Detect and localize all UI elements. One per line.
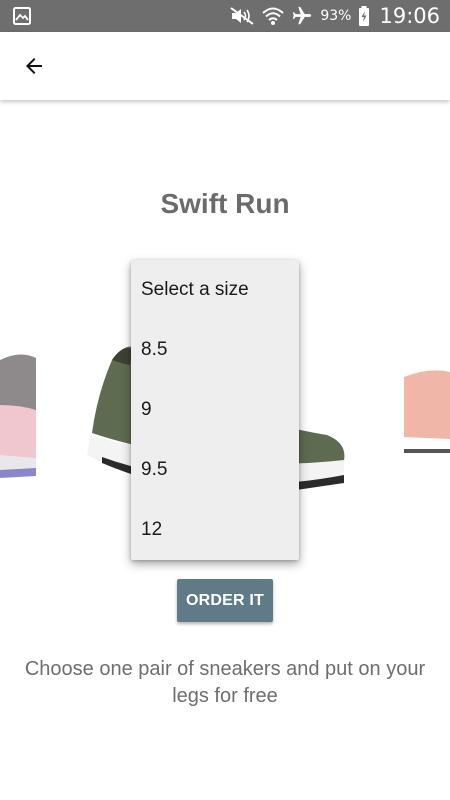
image-icon: [13, 7, 31, 25]
back-button[interactable]: [12, 46, 56, 86]
status-icons: 93% 19:06: [229, 0, 440, 32]
size-option[interactable]: 12: [131, 500, 299, 560]
battery-percent: 93%: [320, 8, 352, 24]
size-dropdown-menu[interactable]: Select a size 8.5 9 9.5 12: [131, 260, 299, 560]
order-button[interactable]: ORDER IT: [177, 579, 273, 622]
description-text: Choose one pair of sneakers and put on y…: [24, 658, 426, 707]
status-bar: 93% 19:06: [0, 0, 450, 32]
size-option[interactable]: 9.5: [131, 440, 299, 500]
airplane-icon: [293, 6, 312, 25]
shoe-image-next[interactable]: [404, 367, 450, 457]
battery-charging-icon: [359, 6, 370, 26]
status-time: 19:06: [379, 4, 440, 28]
size-option[interactable]: 8.5: [131, 320, 299, 380]
size-option-placeholder[interactable]: Select a size: [131, 260, 299, 320]
product-title: Swift Run: [160, 188, 290, 219]
mute-icon: [230, 7, 254, 25]
arrow-back-icon: [26, 58, 42, 74]
app-bar: [0, 32, 450, 100]
shoe-image-previous[interactable]: [0, 350, 36, 490]
wifi-icon: [262, 7, 285, 25]
size-option[interactable]: 9: [131, 380, 299, 440]
